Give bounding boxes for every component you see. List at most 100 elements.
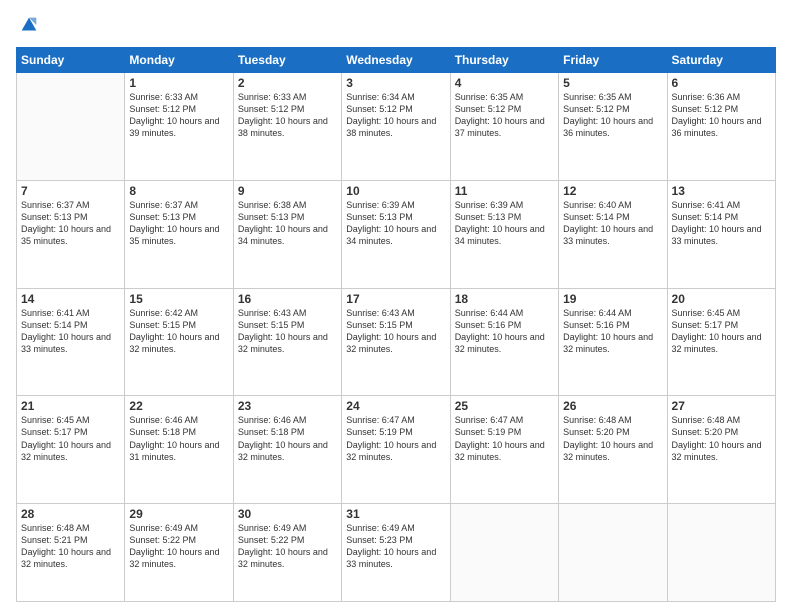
weekday-header-sunday: Sunday bbox=[17, 48, 125, 73]
day-info: Sunrise: 6:40 AM Sunset: 5:14 PM Dayligh… bbox=[563, 199, 662, 248]
calendar-cell: 14Sunrise: 6:41 AM Sunset: 5:14 PM Dayli… bbox=[17, 288, 125, 396]
day-number: 2 bbox=[238, 76, 337, 90]
calendar-cell: 29Sunrise: 6:49 AM Sunset: 5:22 PM Dayli… bbox=[125, 504, 233, 602]
weekday-header-thursday: Thursday bbox=[450, 48, 558, 73]
day-info: Sunrise: 6:48 AM Sunset: 5:20 PM Dayligh… bbox=[672, 414, 771, 463]
calendar-cell bbox=[559, 504, 667, 602]
day-number: 16 bbox=[238, 292, 337, 306]
day-info: Sunrise: 6:34 AM Sunset: 5:12 PM Dayligh… bbox=[346, 91, 445, 140]
weekday-header-wednesday: Wednesday bbox=[342, 48, 450, 73]
day-info: Sunrise: 6:33 AM Sunset: 5:12 PM Dayligh… bbox=[129, 91, 228, 140]
day-number: 3 bbox=[346, 76, 445, 90]
calendar-cell: 5Sunrise: 6:35 AM Sunset: 5:12 PM Daylig… bbox=[559, 73, 667, 181]
day-info: Sunrise: 6:44 AM Sunset: 5:16 PM Dayligh… bbox=[455, 307, 554, 356]
day-number: 4 bbox=[455, 76, 554, 90]
day-info: Sunrise: 6:46 AM Sunset: 5:18 PM Dayligh… bbox=[238, 414, 337, 463]
calendar-cell: 3Sunrise: 6:34 AM Sunset: 5:12 PM Daylig… bbox=[342, 73, 450, 181]
day-info: Sunrise: 6:46 AM Sunset: 5:18 PM Dayligh… bbox=[129, 414, 228, 463]
day-number: 1 bbox=[129, 76, 228, 90]
day-number: 9 bbox=[238, 184, 337, 198]
weekday-header-monday: Monday bbox=[125, 48, 233, 73]
day-info: Sunrise: 6:36 AM Sunset: 5:12 PM Dayligh… bbox=[672, 91, 771, 140]
day-info: Sunrise: 6:49 AM Sunset: 5:22 PM Dayligh… bbox=[238, 522, 337, 571]
day-number: 24 bbox=[346, 399, 445, 413]
logo bbox=[16, 14, 40, 41]
calendar-cell: 9Sunrise: 6:38 AM Sunset: 5:13 PM Daylig… bbox=[233, 180, 341, 288]
week-row-3: 21Sunrise: 6:45 AM Sunset: 5:17 PM Dayli… bbox=[17, 396, 776, 504]
day-number: 12 bbox=[563, 184, 662, 198]
day-number: 22 bbox=[129, 399, 228, 413]
day-number: 28 bbox=[21, 507, 120, 521]
calendar-cell: 15Sunrise: 6:42 AM Sunset: 5:15 PM Dayli… bbox=[125, 288, 233, 396]
calendar-cell: 7Sunrise: 6:37 AM Sunset: 5:13 PM Daylig… bbox=[17, 180, 125, 288]
day-info: Sunrise: 6:47 AM Sunset: 5:19 PM Dayligh… bbox=[346, 414, 445, 463]
day-info: Sunrise: 6:33 AM Sunset: 5:12 PM Dayligh… bbox=[238, 91, 337, 140]
calendar-cell: 19Sunrise: 6:44 AM Sunset: 5:16 PM Dayli… bbox=[559, 288, 667, 396]
day-number: 13 bbox=[672, 184, 771, 198]
calendar-cell: 30Sunrise: 6:49 AM Sunset: 5:22 PM Dayli… bbox=[233, 504, 341, 602]
day-info: Sunrise: 6:49 AM Sunset: 5:23 PM Dayligh… bbox=[346, 522, 445, 571]
day-number: 31 bbox=[346, 507, 445, 521]
day-number: 8 bbox=[129, 184, 228, 198]
day-number: 26 bbox=[563, 399, 662, 413]
calendar-cell: 23Sunrise: 6:46 AM Sunset: 5:18 PM Dayli… bbox=[233, 396, 341, 504]
calendar-cell: 6Sunrise: 6:36 AM Sunset: 5:12 PM Daylig… bbox=[667, 73, 775, 181]
day-info: Sunrise: 6:42 AM Sunset: 5:15 PM Dayligh… bbox=[129, 307, 228, 356]
day-info: Sunrise: 6:43 AM Sunset: 5:15 PM Dayligh… bbox=[238, 307, 337, 356]
weekday-header-tuesday: Tuesday bbox=[233, 48, 341, 73]
week-row-2: 14Sunrise: 6:41 AM Sunset: 5:14 PM Dayli… bbox=[17, 288, 776, 396]
week-row-0: 1Sunrise: 6:33 AM Sunset: 5:12 PM Daylig… bbox=[17, 73, 776, 181]
day-number: 30 bbox=[238, 507, 337, 521]
calendar-cell: 11Sunrise: 6:39 AM Sunset: 5:13 PM Dayli… bbox=[450, 180, 558, 288]
day-number: 19 bbox=[563, 292, 662, 306]
day-info: Sunrise: 6:41 AM Sunset: 5:14 PM Dayligh… bbox=[21, 307, 120, 356]
day-info: Sunrise: 6:48 AM Sunset: 5:20 PM Dayligh… bbox=[563, 414, 662, 463]
day-info: Sunrise: 6:35 AM Sunset: 5:12 PM Dayligh… bbox=[455, 91, 554, 140]
calendar-cell: 4Sunrise: 6:35 AM Sunset: 5:12 PM Daylig… bbox=[450, 73, 558, 181]
calendar-cell: 21Sunrise: 6:45 AM Sunset: 5:17 PM Dayli… bbox=[17, 396, 125, 504]
day-info: Sunrise: 6:35 AM Sunset: 5:12 PM Dayligh… bbox=[563, 91, 662, 140]
logo-icon bbox=[18, 14, 40, 36]
day-number: 7 bbox=[21, 184, 120, 198]
calendar-cell: 10Sunrise: 6:39 AM Sunset: 5:13 PM Dayli… bbox=[342, 180, 450, 288]
calendar-cell: 26Sunrise: 6:48 AM Sunset: 5:20 PM Dayli… bbox=[559, 396, 667, 504]
calendar-cell: 18Sunrise: 6:44 AM Sunset: 5:16 PM Dayli… bbox=[450, 288, 558, 396]
day-info: Sunrise: 6:44 AM Sunset: 5:16 PM Dayligh… bbox=[563, 307, 662, 356]
day-number: 29 bbox=[129, 507, 228, 521]
day-info: Sunrise: 6:45 AM Sunset: 5:17 PM Dayligh… bbox=[672, 307, 771, 356]
calendar-cell: 1Sunrise: 6:33 AM Sunset: 5:12 PM Daylig… bbox=[125, 73, 233, 181]
day-number: 27 bbox=[672, 399, 771, 413]
day-number: 5 bbox=[563, 76, 662, 90]
week-row-4: 28Sunrise: 6:48 AM Sunset: 5:21 PM Dayli… bbox=[17, 504, 776, 602]
day-number: 17 bbox=[346, 292, 445, 306]
calendar-cell bbox=[450, 504, 558, 602]
day-info: Sunrise: 6:39 AM Sunset: 5:13 PM Dayligh… bbox=[346, 199, 445, 248]
day-number: 21 bbox=[21, 399, 120, 413]
calendar-cell: 31Sunrise: 6:49 AM Sunset: 5:23 PM Dayli… bbox=[342, 504, 450, 602]
day-info: Sunrise: 6:47 AM Sunset: 5:19 PM Dayligh… bbox=[455, 414, 554, 463]
day-number: 14 bbox=[21, 292, 120, 306]
calendar-cell: 27Sunrise: 6:48 AM Sunset: 5:20 PM Dayli… bbox=[667, 396, 775, 504]
calendar-cell: 24Sunrise: 6:47 AM Sunset: 5:19 PM Dayli… bbox=[342, 396, 450, 504]
calendar-cell bbox=[667, 504, 775, 602]
calendar-cell: 22Sunrise: 6:46 AM Sunset: 5:18 PM Dayli… bbox=[125, 396, 233, 504]
day-info: Sunrise: 6:37 AM Sunset: 5:13 PM Dayligh… bbox=[21, 199, 120, 248]
week-row-1: 7Sunrise: 6:37 AM Sunset: 5:13 PM Daylig… bbox=[17, 180, 776, 288]
calendar-cell: 2Sunrise: 6:33 AM Sunset: 5:12 PM Daylig… bbox=[233, 73, 341, 181]
calendar-cell: 8Sunrise: 6:37 AM Sunset: 5:13 PM Daylig… bbox=[125, 180, 233, 288]
calendar-cell: 13Sunrise: 6:41 AM Sunset: 5:14 PM Dayli… bbox=[667, 180, 775, 288]
weekday-header-row: SundayMondayTuesdayWednesdayThursdayFrid… bbox=[17, 48, 776, 73]
day-info: Sunrise: 6:48 AM Sunset: 5:21 PM Dayligh… bbox=[21, 522, 120, 571]
day-number: 18 bbox=[455, 292, 554, 306]
calendar-cell: 17Sunrise: 6:43 AM Sunset: 5:15 PM Dayli… bbox=[342, 288, 450, 396]
calendar-cell: 16Sunrise: 6:43 AM Sunset: 5:15 PM Dayli… bbox=[233, 288, 341, 396]
day-number: 10 bbox=[346, 184, 445, 198]
day-info: Sunrise: 6:38 AM Sunset: 5:13 PM Dayligh… bbox=[238, 199, 337, 248]
page: SundayMondayTuesdayWednesdayThursdayFrid… bbox=[0, 0, 792, 612]
day-info: Sunrise: 6:37 AM Sunset: 5:13 PM Dayligh… bbox=[129, 199, 228, 248]
calendar-cell: 25Sunrise: 6:47 AM Sunset: 5:19 PM Dayli… bbox=[450, 396, 558, 504]
day-info: Sunrise: 6:41 AM Sunset: 5:14 PM Dayligh… bbox=[672, 199, 771, 248]
weekday-header-saturday: Saturday bbox=[667, 48, 775, 73]
calendar-cell bbox=[17, 73, 125, 181]
day-info: Sunrise: 6:45 AM Sunset: 5:17 PM Dayligh… bbox=[21, 414, 120, 463]
